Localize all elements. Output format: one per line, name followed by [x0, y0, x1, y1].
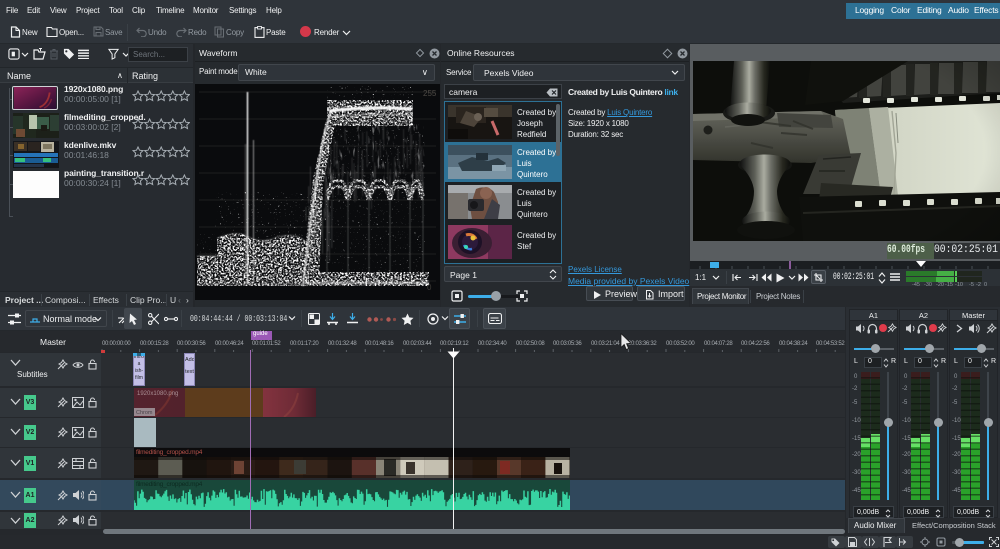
svg-text:255: 255	[423, 89, 437, 98]
svg-text:Chrom: Chrom	[136, 410, 153, 416]
svg-text:1920x1080.png: 1920x1080.png	[137, 391, 178, 397]
